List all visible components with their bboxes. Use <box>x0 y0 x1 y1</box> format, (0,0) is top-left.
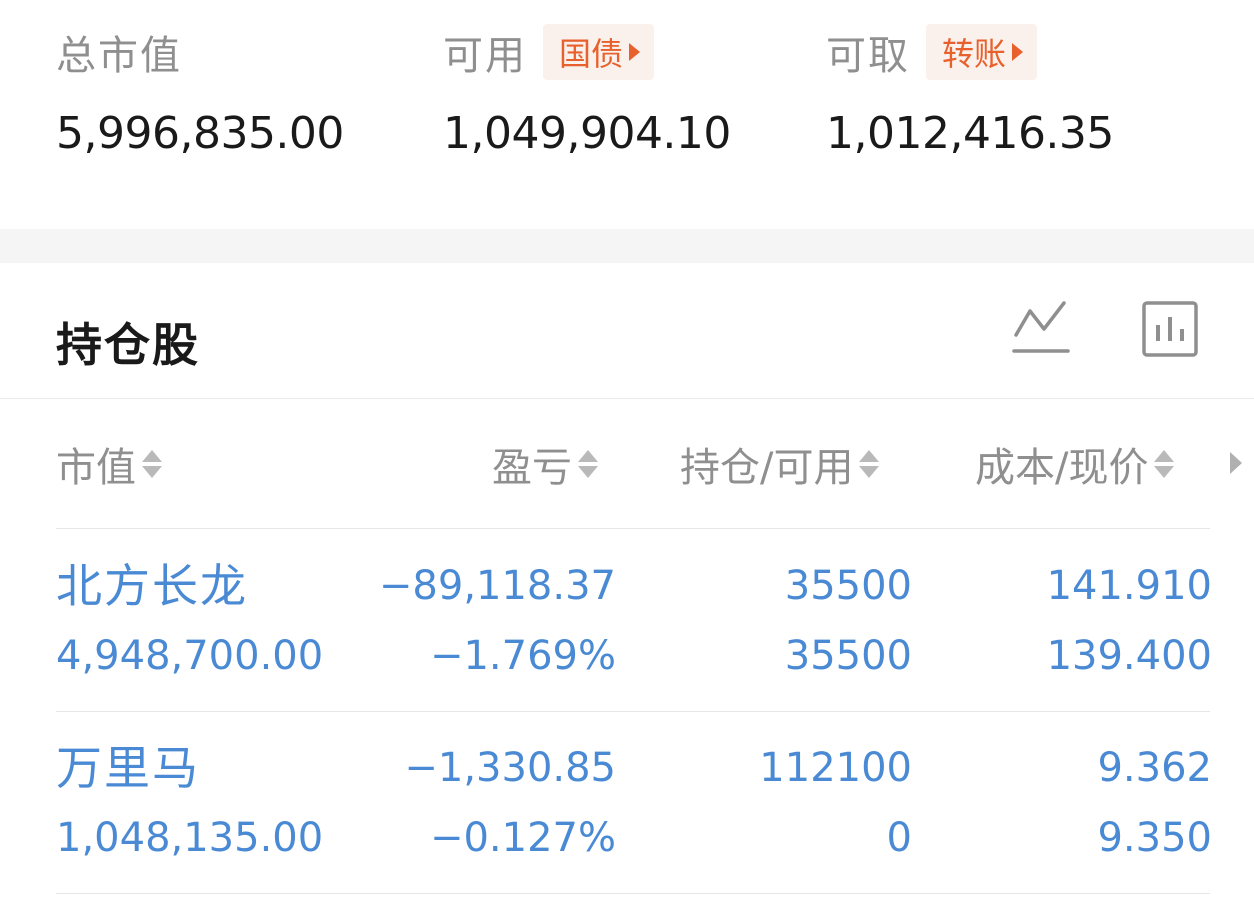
table-row[interactable]: 万里马 1,048,135.00 −1,330.85 −0.127% 11210… <box>0 712 1254 894</box>
sort-icon <box>578 450 598 478</box>
cost-price: 141.910 <box>1046 563 1212 609</box>
available-stat: 可用 国债 1,049,904.10 <box>443 24 731 159</box>
scroll-right-icon[interactable] <box>1230 452 1242 474</box>
profit-loss-pct: −1.769% <box>429 633 616 679</box>
withdrawable-amount: 1,012,416.35 <box>826 108 1114 159</box>
divider <box>56 528 1210 529</box>
market-value: 4,948,700.00 <box>56 633 324 679</box>
divider <box>56 893 1210 894</box>
stock-name[interactable]: 北方长龙 <box>56 560 248 612</box>
account-summary: 总市值 5,996,835.00 可用 国债 1,049,904.10 可取 转… <box>0 0 1254 229</box>
sort-icon <box>1154 450 1175 478</box>
treasury-bond-label: 国债 <box>559 35 624 73</box>
current-price: 9.350 <box>1097 815 1212 861</box>
total-value-label: 总市值 <box>56 33 182 79</box>
table-header: 市值 盈亏 持仓/可用 成本/现价 <box>0 400 1254 528</box>
holdings-header: 持仓股 <box>0 263 1254 399</box>
current-price: 139.400 <box>1046 633 1212 679</box>
table-row[interactable]: 北方长龙 4,948,700.00 −89,118.37 −1.769% 355… <box>0 530 1254 712</box>
holdings-title: 持仓股 <box>56 318 200 372</box>
profit-loss-pct: −0.127% <box>429 815 616 861</box>
market-value: 1,048,135.00 <box>56 815 324 861</box>
caret-right-icon <box>629 43 641 61</box>
available-qty: 35500 <box>784 633 912 679</box>
withdrawable-stat: 可取 转账 1,012,416.35 <box>826 24 1114 159</box>
position-qty: 112100 <box>759 745 912 791</box>
column-market-value[interactable]: 市值 <box>56 438 162 491</box>
treasury-bond-button[interactable]: 国债 <box>543 24 655 80</box>
positions-page: 总市值 5,996,835.00 可用 国债 1,049,904.10 可取 转… <box>0 0 1254 923</box>
available-label: 可用 <box>443 33 527 79</box>
available-qty: 0 <box>886 815 912 861</box>
line-chart-icon[interactable] <box>1010 299 1072 361</box>
total-value-amount: 5,996,835.00 <box>56 108 344 159</box>
total-value-stat: 总市值 5,996,835.00 <box>56 24 344 159</box>
position-qty: 35500 <box>784 563 912 609</box>
cost-price: 9.362 <box>1097 745 1212 791</box>
profit-loss: −89,118.37 <box>378 563 616 609</box>
transfer-label: 转账 <box>942 35 1007 73</box>
column-position-available[interactable]: 持仓/可用 <box>680 438 880 491</box>
withdrawable-label: 可取 <box>826 33 910 79</box>
transfer-button[interactable]: 转账 <box>926 24 1038 80</box>
column-cost-price[interactable]: 成本/现价 <box>975 438 1175 491</box>
column-profit-loss[interactable]: 盈亏 <box>492 438 598 491</box>
sort-icon <box>142 450 162 478</box>
sort-icon <box>859 450 880 478</box>
bar-chart-icon[interactable] <box>1140 299 1202 361</box>
available-amount: 1,049,904.10 <box>443 108 731 159</box>
section-separator <box>0 229 1254 263</box>
profit-loss: −1,330.85 <box>404 745 616 791</box>
caret-right-icon <box>1012 43 1024 61</box>
stock-name[interactable]: 万里马 <box>56 742 200 794</box>
